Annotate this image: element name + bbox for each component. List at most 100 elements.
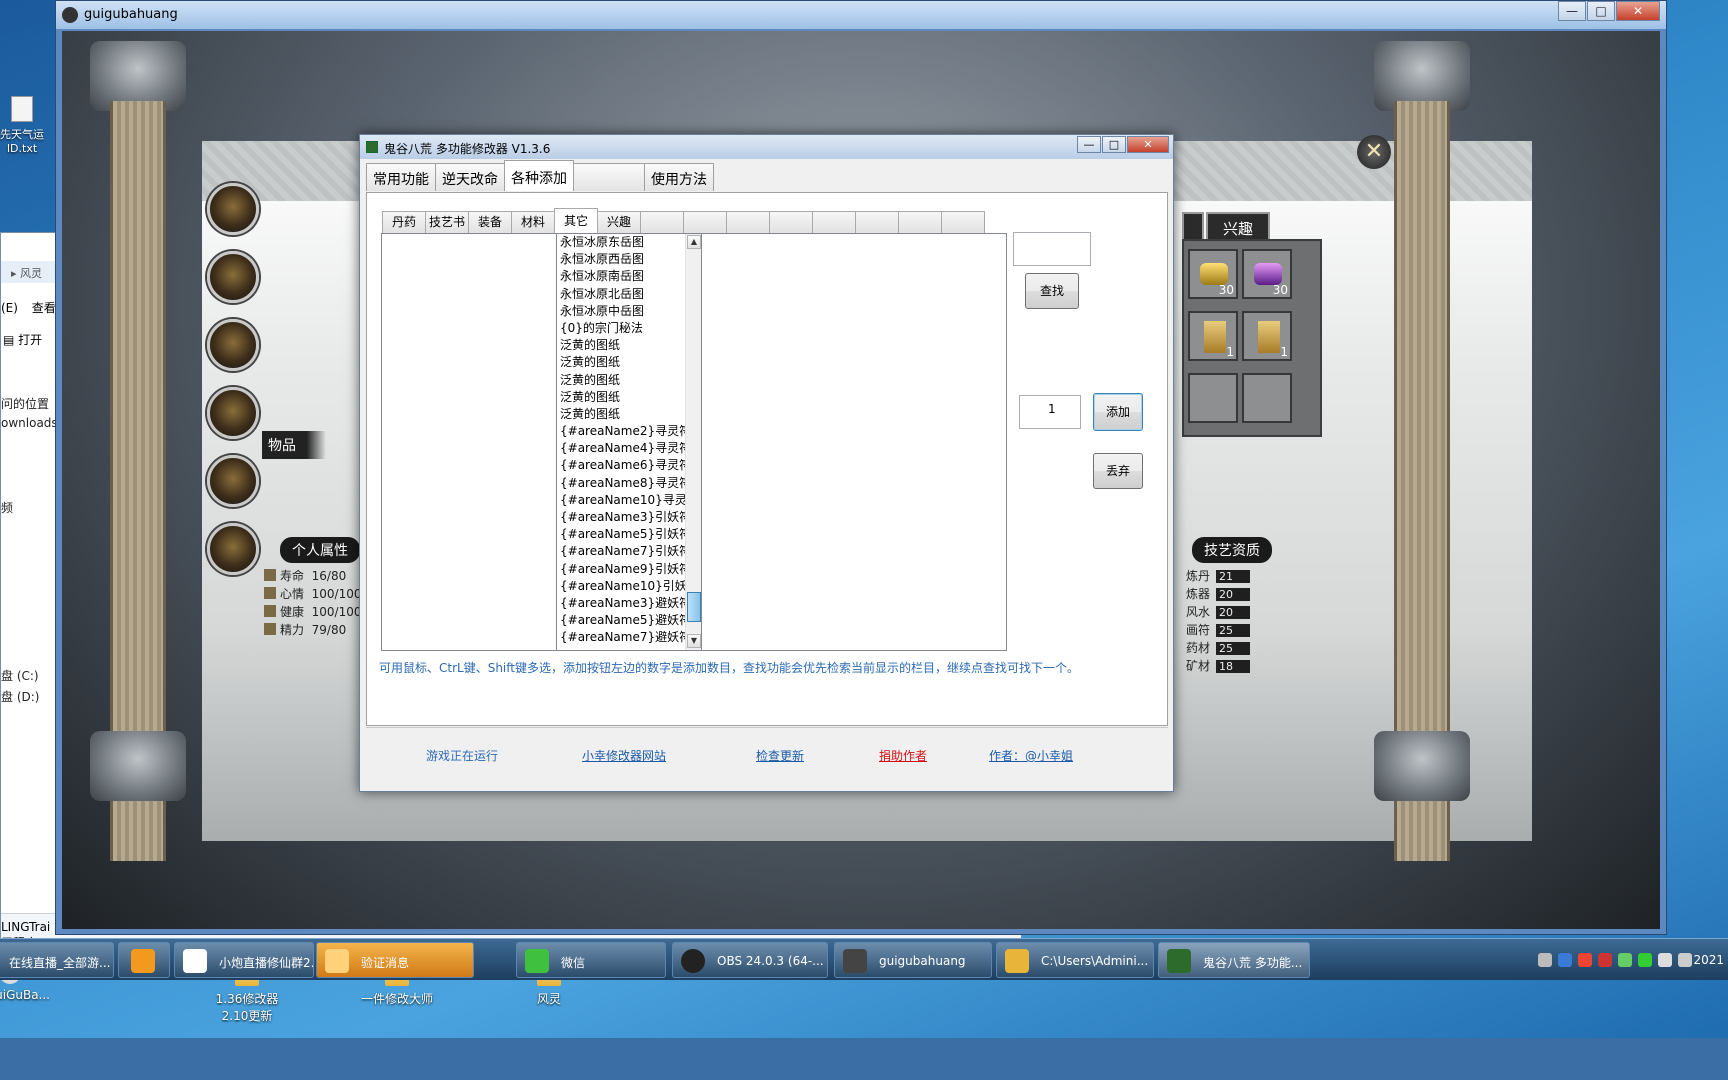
- scroll-thumb[interactable]: [687, 592, 701, 622]
- list-item[interactable]: {#areaName9}引妖符: [559, 561, 685, 578]
- website-link[interactable]: 小幸修改器网站: [582, 747, 666, 764]
- list-item[interactable]: {#areaName3}引妖符: [559, 509, 685, 526]
- vertical-scrollbar[interactable]: ▲ ▼: [685, 234, 701, 650]
- author-link[interactable]: 作者：@小幸姐: [989, 747, 1073, 764]
- list-item[interactable]: {#areaName6}寻灵符: [559, 457, 685, 474]
- people-menu-icon[interactable]: [207, 523, 259, 575]
- network-icon[interactable]: [1678, 953, 1692, 967]
- quantity-input[interactable]: 1: [1019, 395, 1081, 429]
- subtab-blank[interactable]: [898, 211, 942, 233]
- keyboard-icon[interactable]: [1538, 953, 1552, 967]
- taskbar-item-explorer[interactable]: C:\Users\Admini...: [996, 942, 1154, 978]
- list-item[interactable]: {#areaName3}避妖符: [559, 595, 685, 612]
- inventory-slot[interactable]: [1242, 373, 1292, 423]
- maximize-button[interactable]: □: [1587, 1, 1615, 21]
- subtab-pills[interactable]: 丹药: [382, 211, 426, 233]
- subtab-blank[interactable]: [855, 211, 899, 233]
- taskbar-item-obs[interactable]: OBS 24.0.3 (64-...: [672, 942, 828, 978]
- list-item[interactable]: {0}的宗门秘法: [559, 320, 685, 337]
- subtab-materials[interactable]: 材料: [511, 211, 555, 233]
- maximize-button[interactable]: □: [1102, 136, 1126, 153]
- list-item[interactable]: {#areaName10}引妖符: [559, 578, 685, 595]
- list-right[interactable]: [701, 233, 1007, 651]
- list-item[interactable]: {#areaName10}寻灵符: [559, 492, 685, 509]
- desktop-file-icon[interactable]: 先天气运 ID.txt: [0, 96, 44, 155]
- minimize-button[interactable]: —: [1558, 1, 1586, 21]
- add-button[interactable]: 添加: [1093, 393, 1143, 431]
- subtab-blank[interactable]: [941, 211, 985, 233]
- inventory-slot[interactable]: 30: [1188, 249, 1238, 299]
- minimize-button[interactable]: —: [1077, 136, 1101, 153]
- close-button[interactable]: ✕: [1616, 1, 1660, 21]
- sidebar-item-video[interactable]: 频: [1, 499, 56, 516]
- menu-view[interactable]: 查看: [32, 301, 56, 315]
- list-item[interactable]: {#areaName2}寻灵符: [559, 423, 685, 440]
- game-close-icon[interactable]: ✕: [1357, 135, 1391, 169]
- sidebar-item-drive-d[interactable]: 盘 (D:): [1, 688, 56, 705]
- subtab-blank[interactable]: [812, 211, 856, 233]
- tab-blank[interactable]: [573, 163, 645, 191]
- list-item[interactable]: 永恒冰原中岳图: [559, 303, 685, 320]
- search-input[interactable]: [1013, 232, 1091, 266]
- tab-add[interactable]: 各种添加: [504, 160, 574, 191]
- character-menu-icon[interactable]: [207, 183, 259, 235]
- gpu-icon[interactable]: [1618, 953, 1632, 967]
- subtab-skillbooks[interactable]: 技艺书: [425, 211, 469, 233]
- search-button[interactable]: 查找: [1025, 273, 1079, 309]
- list-item[interactable]: 永恒冰原东岳图: [559, 234, 685, 251]
- game-window-titlebar[interactable]: guigubahuang — □ ✕: [56, 1, 1666, 29]
- list-left[interactable]: [381, 233, 557, 651]
- subtab-blank[interactable]: [683, 211, 727, 233]
- record-icon[interactable]: [1598, 953, 1612, 967]
- list-item[interactable]: 泛黄的图纸: [559, 372, 685, 389]
- tab-common[interactable]: 常用功能: [366, 163, 436, 191]
- qq-icon[interactable]: [1578, 953, 1592, 967]
- taiji-menu-icon[interactable]: [207, 251, 259, 303]
- breadcrumb[interactable]: ▸ 风灵: [1, 261, 56, 283]
- inventory-slot[interactable]: 30: [1242, 249, 1292, 299]
- tab-fate[interactable]: 逆天改命: [435, 163, 505, 191]
- wechat-tray-icon[interactable]: [1638, 953, 1652, 967]
- list-item[interactable]: 泛黄的图纸: [559, 406, 685, 423]
- open-button[interactable]: ▤ 打开: [1, 325, 56, 353]
- inventory-slot[interactable]: [1188, 373, 1238, 423]
- list-item[interactable]: 永恒冰原南岳图: [559, 268, 685, 285]
- menu-edit[interactable]: (E): [1, 301, 18, 315]
- game-tab-hidden[interactable]: [1182, 212, 1204, 242]
- bag-menu-icon[interactable]: [207, 387, 259, 439]
- clock[interactable]: 2021: [1693, 953, 1724, 967]
- subtab-interest[interactable]: 兴趣: [597, 211, 641, 233]
- list-item[interactable]: {#areaName5}引妖符: [559, 526, 685, 543]
- list-item[interactable]: 泛黄的图纸: [559, 354, 685, 371]
- sidebar-item-drive-c[interactable]: 盘 (C:): [1, 667, 56, 684]
- list-item[interactable]: {#areaName5}避妖符: [559, 612, 685, 629]
- list-item[interactable]: {#areaName4}寻灵符: [559, 440, 685, 457]
- volume-icon[interactable]: [1658, 953, 1672, 967]
- scroll-down-icon[interactable]: ▼: [687, 634, 701, 648]
- taskbar-item-live[interactable]: 在线直播_全部游...: [0, 942, 114, 978]
- trainer-titlebar[interactable]: 鬼谷八荒 多功能修改器 V1.3.6 — □ ✕: [360, 135, 1173, 159]
- list-item[interactable]: 永恒冰原西岳图: [559, 251, 685, 268]
- discard-button[interactable]: 丢弃: [1093, 453, 1143, 489]
- app-tray-icon[interactable]: [1558, 953, 1572, 967]
- menu-label-items[interactable]: 物品: [262, 431, 326, 459]
- check-update-link[interactable]: 检查更新: [756, 747, 804, 764]
- items-listbox[interactable]: 永恒冰原东岳图 永恒冰原西岳图 永恒冰原南岳图 永恒冰原北岳图 永恒冰原中岳图 {0}的宗…: [556, 233, 702, 651]
- list-item[interactable]: 泛黄的图纸: [559, 337, 685, 354]
- close-button[interactable]: ✕: [1127, 136, 1169, 153]
- scroll-up-icon[interactable]: ▲: [687, 235, 701, 249]
- list-item[interactable]: {#areaName7}避妖符: [559, 629, 685, 646]
- sidebar-item-recent[interactable]: 问的位置: [1, 395, 56, 412]
- taskbar-item-wechat[interactable]: 微信: [516, 942, 666, 978]
- tab-usage[interactable]: 使用方法: [644, 163, 714, 191]
- list-item[interactable]: {#areaName8}寻灵符: [559, 475, 685, 492]
- taskbar-item-chat-group[interactable]: 小炮直播修仙群2...: [174, 942, 314, 978]
- inventory-slot[interactable]: 1: [1242, 311, 1292, 361]
- taskbar-item-video[interactable]: [118, 942, 170, 978]
- inventory-slot[interactable]: 1: [1188, 311, 1238, 361]
- subtab-blank[interactable]: [726, 211, 770, 233]
- taskbar-item-game[interactable]: guigubahuang: [834, 942, 992, 978]
- taskbar-item-verify[interactable]: 验证消息: [316, 942, 474, 978]
- list-item[interactable]: 泛黄的图纸: [559, 389, 685, 406]
- subtab-blank[interactable]: [769, 211, 813, 233]
